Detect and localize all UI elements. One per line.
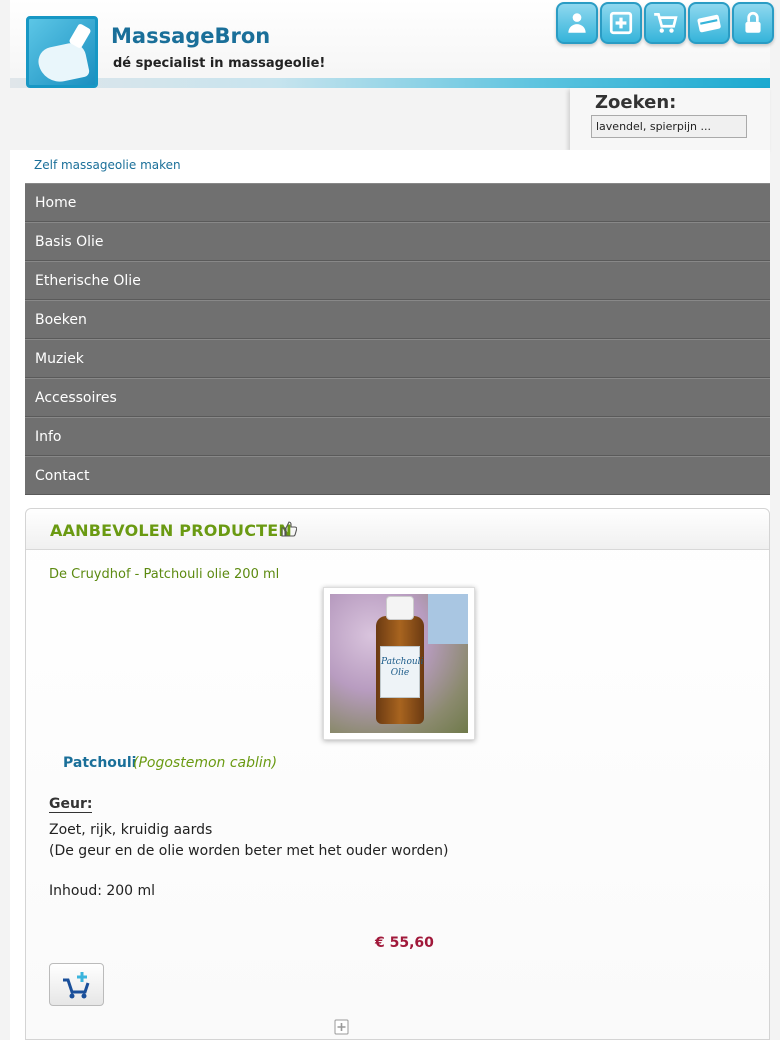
account-icon[interactable] bbox=[556, 2, 598, 44]
scent-note: (De geur en de olie worden beter met het… bbox=[49, 843, 449, 859]
product-latin-name: (Pogostemon cablin) bbox=[133, 755, 278, 771]
scent-label: Geur: bbox=[49, 796, 93, 813]
checkout-icon[interactable] bbox=[688, 2, 730, 44]
nav-item-basis-olie[interactable]: Basis Olie bbox=[25, 222, 770, 261]
header-stripe bbox=[10, 78, 770, 88]
nav-item-muziek[interactable]: Muziek bbox=[25, 339, 770, 378]
bottle-label: Patchouli Olie bbox=[380, 646, 423, 698]
nav-item-home[interactable]: Home bbox=[25, 183, 770, 222]
search-title: Zoeken: bbox=[595, 92, 677, 113]
search-panel: Zoeken: bbox=[570, 88, 770, 150]
recommended-header: AANBEVOLEN PRODUCTEN bbox=[26, 509, 769, 550]
product-name[interactable]: Patchouli bbox=[63, 755, 136, 771]
nav-item-etherische-olie[interactable]: Etherische Olie bbox=[25, 261, 770, 300]
search-input[interactable] bbox=[591, 115, 747, 138]
add-to-cart-button[interactable] bbox=[49, 963, 104, 1006]
nav-item-contact[interactable]: Contact bbox=[25, 456, 770, 495]
logo-icon[interactable] bbox=[26, 16, 98, 88]
nav-item-boeken[interactable]: Boeken bbox=[25, 300, 770, 339]
add-to-cart-icon bbox=[62, 971, 89, 998]
nav-item-accessoires[interactable]: Accessoires bbox=[25, 378, 770, 417]
brand-tagline: dé specialist in massageolie! bbox=[113, 56, 326, 71]
breadcrumb[interactable]: Zelf massageolie maken bbox=[34, 158, 181, 172]
add-to-list-icon[interactable] bbox=[334, 1019, 350, 1037]
lock-icon[interactable] bbox=[732, 2, 774, 44]
cart-icon[interactable] bbox=[644, 2, 686, 44]
top-icon-bar bbox=[556, 2, 774, 46]
main-nav: Home Basis Olie Etherische Olie Boeken M… bbox=[25, 183, 770, 495]
add-to-list-icon[interactable] bbox=[600, 2, 642, 44]
product-link[interactable]: De Cruydhof - Patchouli olie 200 ml bbox=[49, 567, 279, 582]
brand-name[interactable]: MassageBron bbox=[111, 24, 270, 48]
nav-item-info[interactable]: Info bbox=[25, 417, 770, 456]
thumbs-up-icon bbox=[281, 521, 297, 537]
scent-description: Zoet, rijk, kruidig aards bbox=[49, 822, 213, 838]
recommended-products: AANBEVOLEN PRODUCTEN De Cruydhof - Patch… bbox=[25, 508, 770, 1040]
product-content: Inhoud: 200 ml bbox=[49, 883, 156, 899]
recommended-title: AANBEVOLEN PRODUCTEN bbox=[50, 521, 292, 540]
product-image[interactable]: Patchouli Olie bbox=[323, 587, 475, 740]
product-price: € 55,60 bbox=[375, 935, 434, 951]
